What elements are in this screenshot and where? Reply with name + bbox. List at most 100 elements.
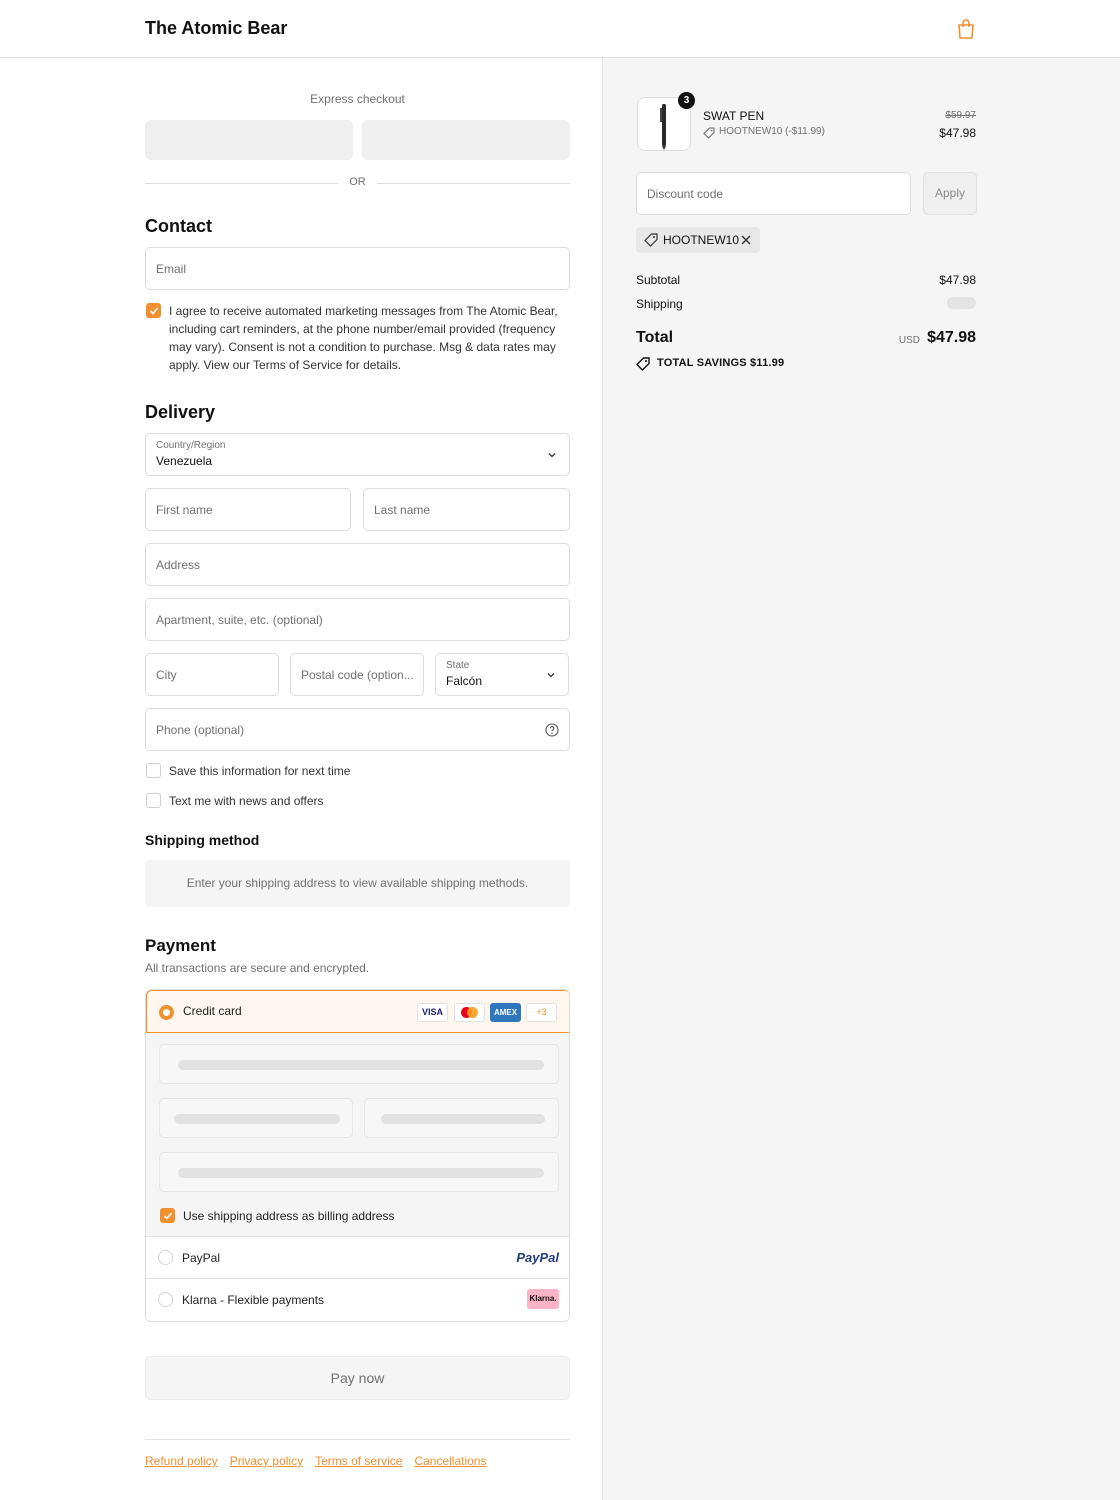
subtotal-label: Subtotal [636,273,681,287]
name-on-card-field[interactable] [159,1152,559,1192]
product-discount: HOOTNEW10 (-$11.99) [719,126,825,137]
save-info-label: Save this information for next time [169,764,351,778]
total-value: $47.98 [927,329,976,346]
checkmark-icon [149,307,159,315]
contact-heading: Contact [145,216,212,236]
email-field[interactable]: Email [145,247,570,290]
product-name: SWAT PEN [703,109,765,123]
text-me-checkbox[interactable] [146,793,161,808]
privacy-policy-link[interactable]: Privacy policy [230,1454,303,1468]
tag-icon [636,357,650,371]
paypal-option[interactable]: PayPal PayPal [146,1236,569,1278]
shipping-method-heading: Shipping method [145,832,260,848]
refund-policy-link[interactable]: Refund policy [145,1454,218,1468]
shipping-label: Shipping [636,297,683,311]
city-placeholder: City [156,668,177,682]
subtotal-value: $47.98 [939,273,976,287]
marketing-consent-checkbox[interactable] [146,303,161,318]
text-me-label: Text me with news and offers [169,794,324,808]
discount-placeholder: Discount code [647,187,724,201]
first-name-placeholder: First name [156,503,213,517]
tag-icon [644,233,658,247]
close-icon[interactable] [741,235,751,245]
applied-discount-chip: HOOTNEW10 [636,227,760,253]
checkmark-icon [163,1212,173,1220]
security-code-field[interactable] [364,1098,559,1138]
address-field[interactable]: Address [145,543,570,586]
discount-code-input[interactable]: Discount code [636,172,911,215]
amex-logo: AMEX [490,1003,521,1022]
country-select[interactable]: Country/Region Venezuela [145,433,570,476]
applied-code: HOOTNEW10 [663,233,740,247]
total-label: Total [636,329,674,346]
last-name-field[interactable]: Last name [363,488,570,531]
postal-code-field[interactable]: Postal code (option... [290,653,424,696]
klarna-option[interactable]: Klarna - Flexible payments Klarna. [146,1278,569,1320]
card-number-field[interactable] [159,1044,559,1084]
apply-button[interactable]: Apply [923,172,977,215]
credit-card-label: Credit card [183,1004,242,1018]
currency-code: USD [898,335,920,346]
credit-card-radio[interactable] [159,1005,174,1020]
delivery-heading: Delivery [145,402,216,422]
apartment-placeholder: Apartment, suite, etc. (optional) [156,613,323,627]
postal-code-placeholder: Postal code (option... [301,668,414,682]
klarna-logo: Klarna. [527,1289,559,1309]
last-name-placeholder: Last name [374,503,431,517]
original-price: $59.97 [945,110,976,121]
first-name-field[interactable]: First name [145,488,351,531]
footer-divider [145,1439,570,1440]
more-cards-badge: +3 [526,1003,557,1022]
shopping-bag-icon[interactable] [956,18,976,40]
divider-right [377,183,570,184]
credit-card-form: Use shipping address as billing address [146,1033,569,1236]
quantity-badge: 3 [678,92,695,109]
express-checkout-label: Express checkout [310,92,405,106]
address-placeholder: Address [156,558,201,572]
header: The Atomic Bear [0,0,1120,58]
city-field[interactable]: City [145,653,279,696]
state-value: Falcón [446,674,483,688]
klarna-label: Klarna - Flexible payments [182,1293,325,1307]
chevron-down-icon [547,673,555,678]
paypal-logo: PayPal [516,1250,559,1265]
help-icon[interactable] [545,723,559,737]
paypal-label: PayPal [182,1251,221,1265]
payment-methods: Credit card VISA AMEX +3 Use shipping ad… [145,989,570,1322]
paypal-radio[interactable] [158,1250,173,1265]
state-select[interactable]: State Falcón [435,653,569,696]
or-divider: OR [349,176,366,188]
marketing-consent-text: I agree to receive automated marketing m… [169,304,558,372]
payment-heading: Payment [145,936,216,955]
email-placeholder: Email [156,262,187,276]
shipping-value-placeholder [947,297,976,309]
cancellations-link[interactable]: Cancellations [414,1454,486,1468]
order-summary: 3 SWAT PEN HOOTNEW10 (-$11.99) $59.97 $4… [602,58,1120,1500]
tag-icon [703,127,715,139]
shipping-method-message: Enter your shipping address to view avai… [145,860,570,907]
payment-subtitle: All transactions are secure and encrypte… [145,961,370,975]
country-label: Country/Region [156,440,226,451]
chevron-down-icon [548,453,556,458]
express-checkout-button-2[interactable] [362,120,570,160]
country-value: Venezuela [156,454,213,468]
expiry-field[interactable] [159,1098,353,1138]
phone-field[interactable]: Phone (optional) [145,708,570,751]
terms-of-service-link[interactable]: Terms of service [315,1454,402,1468]
billing-same-label: Use shipping address as billing address [183,1209,395,1223]
pay-now-button[interactable]: Pay now [145,1356,570,1400]
phone-placeholder: Phone (optional) [156,723,245,737]
product-price: $47.98 [939,126,976,140]
footer-links: Refund policy Privacy policy Terms of serv… [145,1454,498,1468]
credit-card-option[interactable]: Credit card VISA AMEX +3 [146,990,569,1033]
mastercard-logo [454,1003,485,1022]
total-savings: TOTAL SAVINGS $11.99 [657,357,785,369]
save-info-checkbox[interactable] [146,763,161,778]
apartment-field[interactable]: Apartment, suite, etc. (optional) [145,598,570,641]
state-label: State [446,660,470,671]
brand-logo[interactable]: The Atomic Bear [145,18,287,39]
visa-logo: VISA [417,1003,448,1022]
billing-same-checkbox[interactable] [160,1208,175,1223]
klarna-radio[interactable] [158,1292,173,1307]
express-checkout-button-1[interactable] [145,120,353,160]
